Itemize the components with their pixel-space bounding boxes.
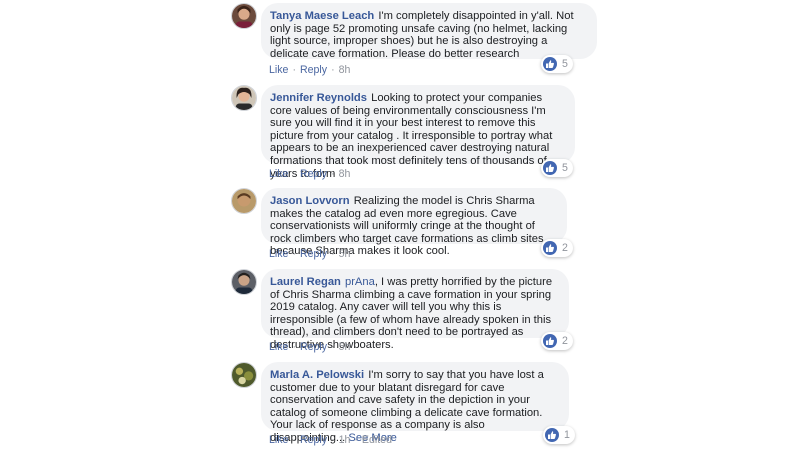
comment-actions: Like · Reply · 5h: [269, 341, 350, 353]
separator: ·: [292, 341, 296, 353]
comment-timestamp[interactable]: 8h: [339, 64, 351, 76]
separator: ·: [331, 341, 335, 353]
comment-bubble: Laurel Regan prAna, I was pretty horrifi…: [261, 269, 569, 351]
reply-link[interactable]: Reply: [300, 341, 327, 353]
like-thumbs-up-icon: [545, 428, 559, 442]
edited-label[interactable]: Edited: [362, 434, 392, 446]
reaction-count-value: 5: [562, 162, 568, 174]
separator: ·: [292, 248, 296, 260]
separator: ·: [331, 168, 335, 180]
comment-text: Looking to protect your companies core v…: [270, 92, 553, 180]
reaction-count[interactable]: 2: [541, 239, 573, 257]
reaction-count-value: 2: [562, 335, 568, 347]
page-mention[interactable]: prAna: [345, 276, 375, 288]
reaction-count[interactable]: 5: [541, 55, 573, 73]
comment-actions: Like · Reply · 8h: [269, 168, 350, 180]
reaction-count-value: 1: [564, 429, 570, 441]
reaction-count-value: 5: [562, 58, 568, 70]
separator: ·: [331, 248, 335, 260]
comment-author[interactable]: Jason Lovvorn: [270, 195, 350, 207]
reaction-count-value: 2: [562, 242, 568, 254]
comment-timestamp[interactable]: 8h: [339, 168, 351, 180]
comment-author[interactable]: Marla A. Pelowski: [270, 369, 364, 381]
comment-author[interactable]: Tanya Maese Leach: [270, 10, 374, 22]
separator: ·: [292, 434, 296, 446]
like-link[interactable]: Like: [269, 248, 288, 260]
avatar[interactable]: [231, 85, 257, 111]
comment-bubble: Jennifer Reynolds Looking to protect you…: [261, 85, 575, 180]
separator: ·: [292, 64, 296, 76]
comment-bubble: Tanya Maese Leach I'm completely disappo…: [261, 3, 597, 60]
reply-link[interactable]: Reply: [300, 248, 327, 260]
like-thumbs-up-icon: [543, 161, 557, 175]
like-thumbs-up-icon: [543, 241, 557, 255]
avatar[interactable]: [231, 269, 257, 295]
separator: ·: [331, 64, 335, 76]
like-link[interactable]: Like: [269, 168, 288, 180]
reply-link[interactable]: Reply: [300, 434, 327, 446]
reply-link[interactable]: Reply: [300, 168, 327, 180]
reaction-count[interactable]: 5: [541, 159, 573, 177]
comment-bubble: Jason Lovvorn Realizing the model is Chr…: [261, 188, 567, 257]
comment-actions: Like · Reply · 5h: [269, 248, 350, 260]
separator: ·: [331, 434, 335, 446]
like-link[interactable]: Like: [269, 64, 288, 76]
like-thumbs-up-icon: [543, 57, 557, 71]
reaction-count[interactable]: 2: [541, 332, 573, 350]
separator: ·: [292, 168, 296, 180]
comment-actions: Like · Reply · 1h · Edited: [269, 434, 392, 446]
avatar[interactable]: [231, 3, 257, 29]
separator: ·: [354, 434, 358, 446]
avatar[interactable]: [231, 188, 257, 214]
reaction-count[interactable]: 1: [543, 426, 575, 444]
comment-actions: Like · Reply · 8h: [269, 64, 350, 76]
comment-author[interactable]: Jennifer Reynolds: [270, 92, 367, 104]
like-link[interactable]: Like: [269, 434, 288, 446]
reply-link[interactable]: Reply: [300, 64, 327, 76]
like-link[interactable]: Like: [269, 341, 288, 353]
comment-bubble: Marla A. Pelowski I'm sorry to say that …: [261, 362, 569, 444]
avatar[interactable]: [231, 362, 257, 388]
comment-timestamp[interactable]: 5h: [339, 248, 351, 260]
like-thumbs-up-icon: [543, 334, 557, 348]
comment-timestamp[interactable]: 5h: [339, 341, 351, 353]
comment-timestamp[interactable]: 1h: [339, 434, 351, 446]
comment-author[interactable]: Laurel Regan: [270, 276, 341, 288]
